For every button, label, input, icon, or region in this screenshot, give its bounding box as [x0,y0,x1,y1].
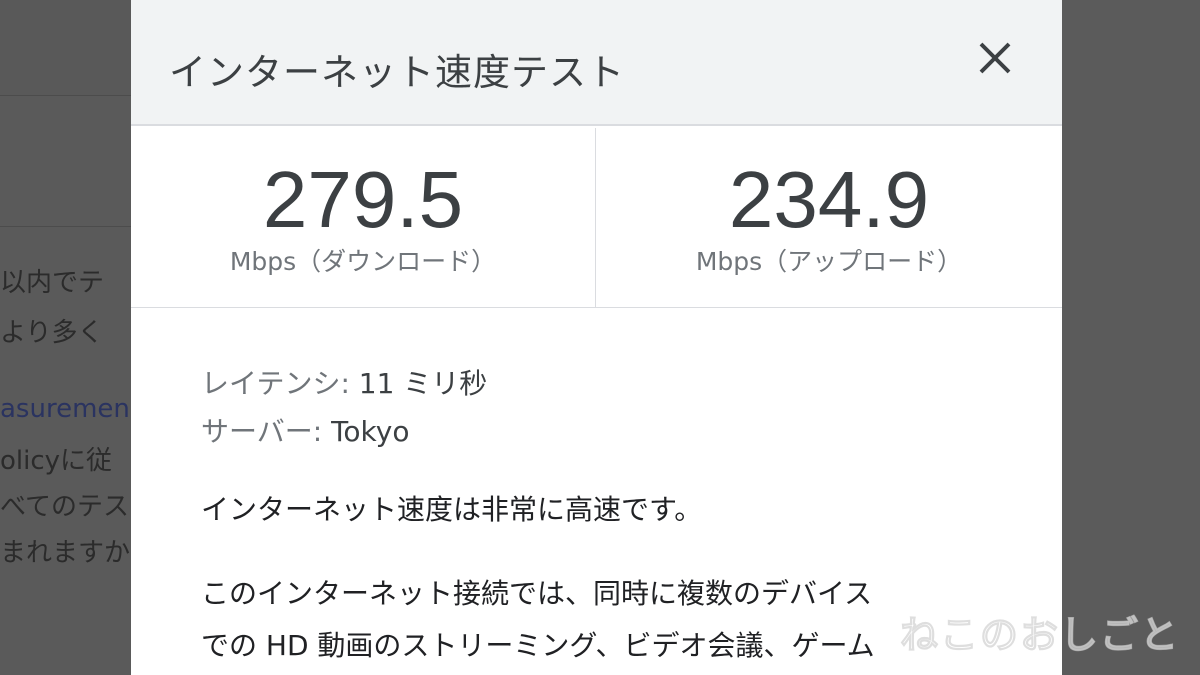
speed-description: このインターネット接続では、同時に複数のデバイス での HD 動画のストリーミン… [201,568,1001,672]
background-text: 以内でテ [0,268,105,298]
speed-summary: インターネット速度は非常に高速です。 [201,493,703,526]
description-line: での HD 動画のストリーミング、ビデオ会議、ゲーム [201,629,875,662]
upload-metric: 234.9 Mbps（アップロード） [595,128,1062,308]
close-button[interactable] [973,36,1017,80]
speed-metrics: 279.5 Mbps（ダウンロード） 234.9 Mbps（アップロード） [131,128,1062,308]
server-value: Tokyo [331,415,410,448]
download-speed-value: 279.5 [262,155,464,244]
server-label: サーバー: [201,415,323,448]
dialog-header: インターネット速度テスト [131,0,1062,126]
speed-test-dialog: インターネット速度テスト 279.5 Mbps（ダウンロード） 234.9 Mb… [131,0,1062,675]
download-speed-unit: Mbps（ダウンロード） [229,247,497,276]
latency-row: レイテンシ: 11 ミリ秒 [201,360,1001,408]
upload-speed-value: 234.9 [728,155,930,244]
background-text: まれますか [0,538,131,568]
server-row: サーバー: Tokyo [201,408,1001,456]
download-metric: 279.5 Mbps（ダウンロード） [131,128,595,308]
latency-label: レイテンシ: [201,367,350,400]
background-right-panel [1062,0,1200,675]
watermark-logo: ねこのおしごと [899,613,1181,658]
upload-speed-unit: Mbps（アップロード） [695,247,963,276]
dialog-title: インターネット速度テスト [169,51,625,94]
connection-info: レイテンシ: 11 ミリ秒 サーバー: Tokyo [201,360,1001,456]
background-link: asuremen [0,394,130,424]
close-icon [979,42,1011,74]
description-line: このインターネット接続では、同時に複数のデバイス [201,577,873,610]
background-text: べてのテス [0,492,129,522]
latency-value: 11 ミリ秒 [358,367,488,400]
background-text: より多く [0,318,104,348]
background-text: olicyに従 [0,446,113,476]
